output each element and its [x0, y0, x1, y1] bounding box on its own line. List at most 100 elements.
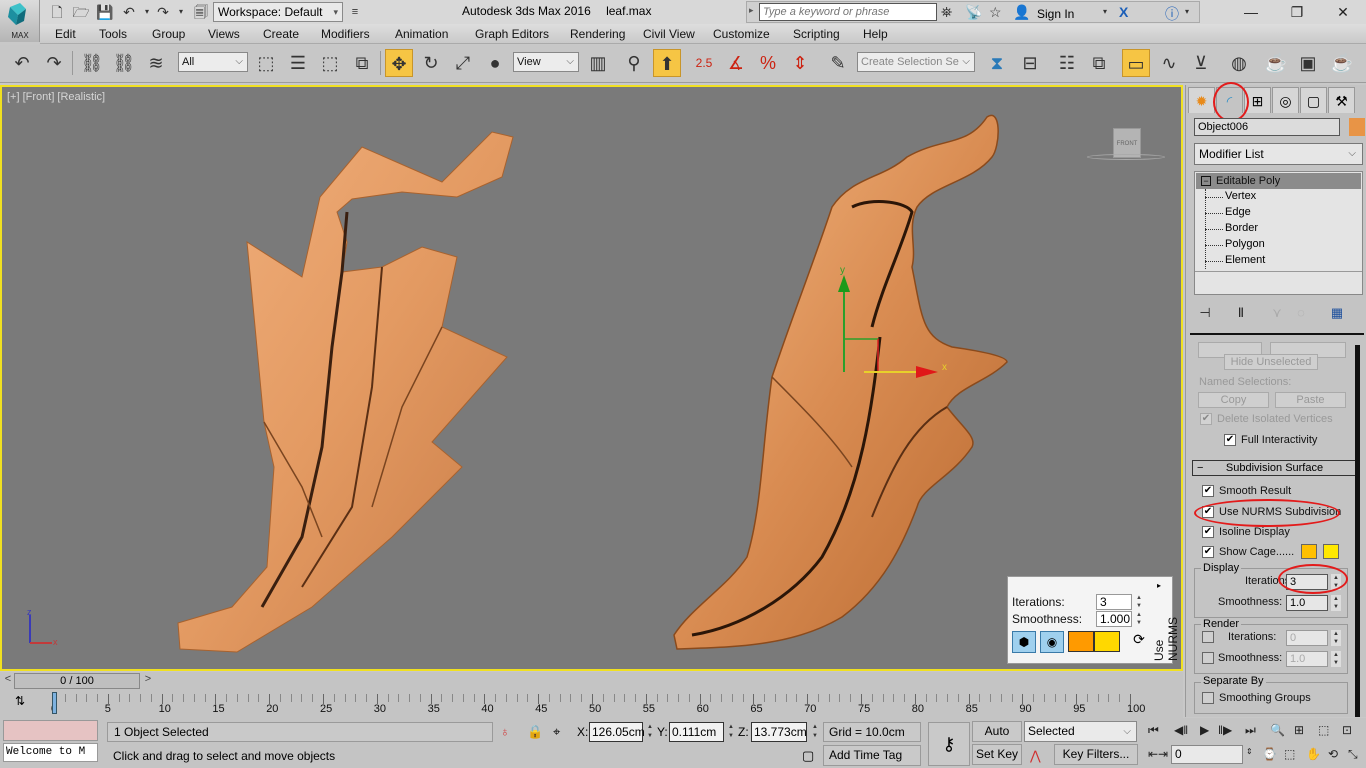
tab-display-icon[interactable]: ▢ — [1300, 87, 1327, 113]
reset-cage-icon[interactable]: ⟳ — [1129, 631, 1149, 653]
select-by-name-icon[interactable]: ☰ — [284, 49, 312, 77]
menu-group[interactable]: Group — [152, 27, 185, 41]
rectangular-selection-icon[interactable]: ⬚ — [316, 49, 344, 77]
x-coordinate-field[interactable]: 126.05cm — [589, 722, 645, 742]
render-smoothness-checkbox[interactable] — [1202, 652, 1214, 664]
redo-dropdown-icon[interactable]: ▾ — [172, 3, 190, 21]
caddy-iterations-field[interactable]: 3 — [1096, 594, 1132, 610]
zoom-extents-selected-icon[interactable]: ⬚ — [1318, 723, 1329, 737]
sub-object-edge[interactable]: Edge — [1225, 206, 1251, 218]
exchange-apps-icon[interactable]: X — [1119, 4, 1128, 20]
isolate-selection-icon[interactable]: ♁ — [500, 724, 510, 739]
tab-motion-icon[interactable]: ◎ — [1272, 87, 1299, 113]
snaps-toggle-icon[interactable]: 2.5 — [690, 49, 718, 77]
leaf-low-poly-mesh[interactable] — [177, 131, 514, 653]
isoline-display-toggle-icon[interactable]: ⬢ — [1012, 631, 1036, 653]
communication-center-icon[interactable]: 📡 — [965, 4, 982, 21]
undo-icon[interactable]: ↶ — [120, 3, 138, 21]
track-bar[interactable]: ⇅ 05101520253035404550556065707580859095… — [0, 690, 1183, 718]
menu-animation[interactable]: Animation — [395, 27, 448, 41]
viewcube[interactable]: FRONT — [1087, 124, 1165, 166]
cage-color-2-swatch[interactable] — [1094, 631, 1120, 652]
unlink-selection-icon[interactable]: ⛓ — [110, 49, 138, 77]
viewport-label[interactable]: [+] [Front] [Realistic] — [7, 91, 105, 103]
percent-snap-icon[interactable]: % — [754, 49, 782, 77]
mini-curve-editor-icon[interactable]: ⇅ — [8, 694, 32, 712]
track-bar-ruler[interactable]: 0510152025303540455055606570758085909510… — [51, 690, 1145, 718]
previous-frame-button[interactable]: < — [2, 673, 14, 689]
next-frame-button[interactable]: > — [142, 673, 154, 689]
caddy-smoothness-spinner[interactable]: ▲ ▼ — [1134, 611, 1144, 627]
menu-customize[interactable]: Customize — [713, 27, 770, 41]
named-selection-dropdown[interactable]: Create Selection Se ⌵ — [857, 52, 975, 72]
collapse-icon[interactable]: − — [1201, 176, 1211, 186]
close-button[interactable]: ✕ — [1320, 0, 1366, 24]
cage-color-1-swatch[interactable] — [1068, 631, 1094, 652]
stack-item-editable-poly[interactable]: − Editable Poly — [1196, 173, 1361, 189]
go-to-end-icon[interactable]: ⏭ — [1245, 723, 1256, 738]
window-crossing-icon[interactable]: ⧉ — [348, 49, 376, 77]
menu-views[interactable]: Views — [208, 27, 240, 41]
y-spinner[interactable]: ▲ ▼ — [726, 723, 736, 741]
x-spinner[interactable]: ▲ ▼ — [645, 723, 655, 741]
leaf-smooth-mesh[interactable] — [673, 114, 1008, 650]
undo-icon[interactable]: ↶ — [8, 49, 36, 77]
z-spinner[interactable]: ▲ ▼ — [810, 723, 820, 741]
display-smoothness-field[interactable]: 1.0 — [1286, 595, 1328, 611]
redo-icon[interactable]: ↷ — [40, 49, 68, 77]
redo-icon[interactable]: ↷ — [154, 3, 172, 21]
previous-key-icon[interactable]: ◀‖ — [1174, 723, 1188, 737]
isoline-display-checkbox[interactable]: ✔ — [1202, 526, 1214, 538]
help-icon[interactable]: ⓘ — [1165, 4, 1179, 24]
restore-button[interactable]: ❐ — [1274, 0, 1320, 24]
absolute-transform-icon[interactable]: ⌖ — [553, 724, 560, 740]
cage-color-1-swatch[interactable] — [1301, 544, 1317, 559]
user-icon[interactable]: 👤 — [1013, 4, 1030, 21]
selection-filter-dropdown[interactable]: All ⌵ — [178, 52, 248, 72]
select-and-move-icon[interactable]: ✥ — [385, 49, 413, 77]
orbit-icon[interactable]: ⟲ — [1328, 747, 1338, 761]
angle-snap-icon[interactable]: ∡ — [722, 49, 750, 77]
time-tag-icon[interactable]: ▢ — [802, 748, 814, 764]
key-set-dropdown[interactable]: Selected ⌵ — [1024, 721, 1137, 742]
edit-named-selection-icon[interactable]: ✎ — [824, 49, 852, 77]
subdivision-surface-rollout[interactable]: − Subdivision Surface — [1192, 460, 1357, 476]
object-color-swatch[interactable] — [1349, 118, 1365, 136]
workspace-dropdown[interactable]: Workspace: Default ▾ — [213, 2, 343, 22]
play-icon[interactable]: ▶ — [1200, 723, 1209, 737]
layer-explorer-icon[interactable]: ⧉ — [1085, 49, 1113, 77]
current-frame-indicator[interactable] — [52, 692, 57, 714]
modifier-list-dropdown[interactable]: Modifier List ⌵ — [1194, 143, 1363, 165]
add-time-tag-button[interactable]: Add Time Tag — [823, 745, 921, 766]
cage-color-2-swatch[interactable] — [1323, 544, 1339, 559]
show-cage-checkbox[interactable]: ✔ — [1202, 546, 1214, 558]
menu-create[interactable]: Create — [263, 27, 299, 41]
time-configuration-icon[interactable]: ⌚ — [1262, 747, 1277, 761]
set-keys-key-icon[interactable]: ⚷ — [928, 722, 970, 766]
sign-in-dropdown-icon[interactable]: ▾ — [1103, 7, 1107, 16]
smoothing-groups-checkbox[interactable] — [1202, 692, 1214, 704]
menu-modifiers[interactable]: Modifiers — [321, 27, 370, 41]
next-key-icon[interactable]: ‖▶ — [1218, 723, 1232, 737]
maxscript-output[interactable]: Welcome to M — [3, 743, 98, 762]
pan-view-icon[interactable]: ✋ — [1306, 747, 1321, 761]
render-iterations-checkbox[interactable] — [1202, 631, 1214, 643]
select-object-icon[interactable]: ⬚ — [252, 49, 280, 77]
display-smoothness-spinner[interactable]: ▲ ▼ — [1331, 595, 1341, 611]
render-setup-icon[interactable]: ☕ — [1262, 49, 1290, 77]
panel-scrollbar[interactable] — [1355, 345, 1360, 717]
open-file-icon[interactable]: 🗁 — [72, 3, 90, 21]
reference-coordinate-dropdown[interactable]: View ⌵ — [513, 52, 579, 72]
selection-lock-icon[interactable]: 🔒 — [527, 724, 543, 740]
curve-editor-icon[interactable]: ∿ — [1155, 49, 1183, 77]
menu-edit[interactable]: Edit — [55, 27, 76, 41]
expand-arrow-icon[interactable]: ▸ — [749, 5, 754, 16]
search-input[interactable] — [759, 3, 937, 21]
zoom-extents-all-icon[interactable]: ⊡ — [1342, 723, 1352, 737]
caddy-smoothness-field[interactable]: 1.000 — [1096, 611, 1132, 627]
bind-to-space-warp-icon[interactable]: ≋ — [142, 49, 170, 77]
full-interactivity-checkbox[interactable]: ✔ — [1224, 434, 1236, 446]
viewcube-compass-ring[interactable] — [1087, 154, 1165, 160]
sub-object-element[interactable]: Element — [1225, 254, 1265, 266]
pin-stack-icon[interactable]: ⊣ — [1194, 305, 1216, 325]
